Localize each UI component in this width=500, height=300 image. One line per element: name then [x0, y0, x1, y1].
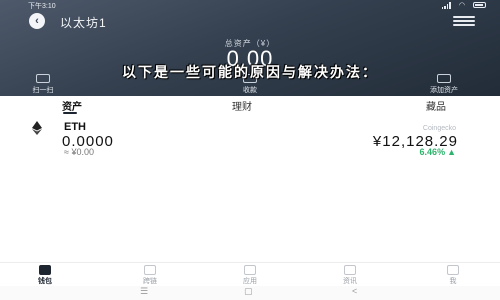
battery-icon	[473, 2, 486, 8]
cross-chain-icon	[144, 265, 156, 275]
system-home-icon[interactable]: ▢	[244, 286, 253, 297]
scan-label: 扫一扫	[32, 87, 54, 94]
apps-icon	[244, 265, 256, 275]
top-bar: ‹ 以太坊1	[0, 10, 500, 30]
tab-collectibles[interactable]: 藏品	[426, 98, 446, 113]
active-tab-indicator	[63, 112, 77, 114]
system-back-icon[interactable]: <	[352, 286, 357, 296]
wallet-icon	[39, 265, 51, 275]
system-menu-icon[interactable]: ☰	[140, 286, 148, 297]
status-bar: 下午3:10 ◠	[0, 0, 500, 10]
news-icon	[344, 265, 356, 275]
price-change-value: 6.46%	[419, 147, 446, 157]
price-change: 6.46% ▲	[420, 147, 456, 157]
asset-tabs: 资产 理财 藏品	[0, 98, 500, 113]
tab-finance[interactable]: 理财	[232, 98, 252, 113]
receive-label: 收款	[243, 87, 257, 94]
coin-symbol: ETH	[64, 121, 86, 133]
bottom-nav: 钱包 跨链 应用 资讯 我	[0, 262, 500, 287]
nav-wallet-label: 钱包	[38, 278, 52, 285]
system-nav-bar: ☰ ▢ <	[0, 286, 500, 300]
arrow-up-icon: ▲	[447, 147, 456, 157]
add-asset-label: 添加资产	[430, 87, 458, 94]
nav-news[interactable]: 资讯	[325, 265, 375, 286]
nav-cross-chain-label: 跨链	[143, 278, 157, 285]
nav-apps[interactable]: 应用	[225, 265, 275, 286]
nav-cross-chain[interactable]: 跨链	[125, 265, 175, 286]
coin-row-eth[interactable]: ETH Coingecko 0.0000 ¥12,128.29 ≈ ¥0.00 …	[0, 118, 500, 157]
eth-icon	[32, 121, 42, 135]
nav-wallet[interactable]: 钱包	[20, 265, 70, 286]
wifi-icon: ◠	[458, 2, 465, 9]
overlay-caption: 以下是一些可能的原因与解决办法：	[122, 65, 378, 81]
profile-icon	[447, 265, 459, 275]
tab-assets[interactable]: 资产	[62, 98, 82, 113]
menu-icon[interactable]	[453, 16, 475, 28]
signal-icon	[441, 1, 451, 9]
coin-fiat-value: ≈ ¥0.00	[64, 147, 94, 157]
nav-profile[interactable]: 我	[428, 265, 478, 286]
nav-news-label: 资讯	[343, 278, 357, 285]
nav-apps-label: 应用	[243, 278, 257, 285]
wallet-name[interactable]: 以太坊1	[60, 14, 107, 31]
price-source: Coingecko	[422, 125, 456, 132]
nav-profile-label: 我	[449, 278, 457, 285]
back-arrow-icon[interactable]: ‹	[29, 13, 45, 29]
status-icons: ◠	[441, 1, 486, 9]
